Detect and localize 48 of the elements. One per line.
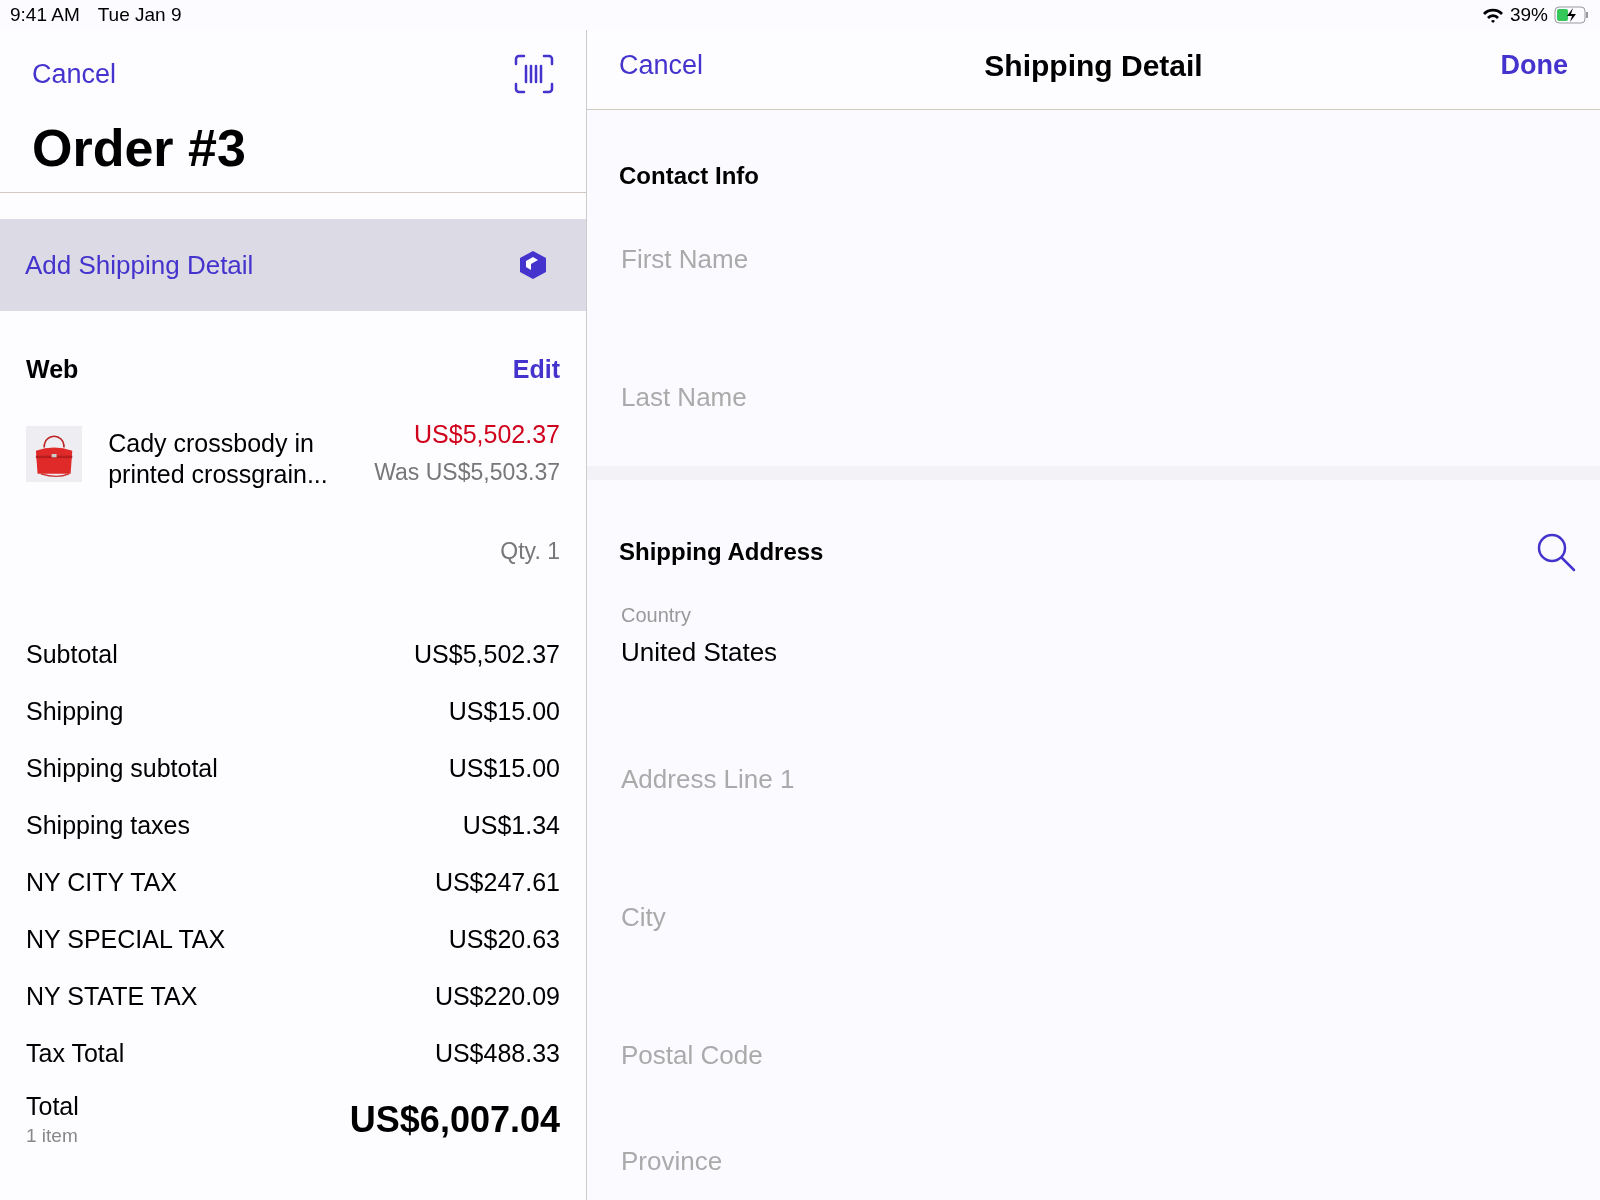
input-field[interactable]: Address Line 1	[609, 710, 1586, 848]
search-icon[interactable]	[1536, 532, 1576, 572]
input-field[interactable]: Last Name	[609, 328, 1586, 466]
sale-price: US$5,502.37	[414, 420, 560, 449]
battery-percent: 39%	[1509, 4, 1548, 26]
screen-title: Shipping Detail	[984, 48, 1203, 83]
quantity: Qty. 1	[500, 537, 561, 565]
item-count: 1 item	[26, 1125, 79, 1147]
summary-label: NY STATE TAX	[26, 981, 198, 1011]
summary-label: Subtotal	[26, 639, 118, 669]
section-title: Web	[26, 355, 79, 384]
status-date: Tue Jan 9	[97, 4, 182, 26]
section-title: Contact Info	[619, 162, 759, 190]
summary-amount: US$20.63	[448, 924, 560, 954]
summary-amount: US$1.34	[462, 810, 560, 840]
summary-label: Tax Total	[26, 1038, 125, 1068]
summary-label: Shipping subtotal	[26, 753, 218, 783]
total-label: Total	[26, 1092, 79, 1121]
status-time: 9:41 AM	[10, 4, 80, 26]
product-name: Cady crossbody in printed crossgrain...	[108, 428, 329, 490]
barcode-scan-icon[interactable]	[514, 54, 554, 94]
country-field[interactable]: Country United States	[609, 572, 1586, 710]
total-amount: US$6,007.04	[349, 1098, 560, 1141]
section-title: Shipping Address	[619, 538, 824, 566]
input-field[interactable]: Postal Code	[609, 986, 1586, 1124]
edit-button[interactable]: Edit	[512, 355, 560, 384]
input-field[interactable]: City	[609, 848, 1586, 986]
summary-label: Shipping	[26, 696, 124, 726]
summary-label: NY SPECIAL TAX	[26, 924, 226, 954]
summary-label: NY CITY TAX	[26, 867, 177, 897]
order-title: Order #3	[0, 98, 586, 193]
cancel-button[interactable]: Cancel	[619, 50, 704, 81]
box-icon	[518, 250, 548, 280]
add-shipping-row[interactable]: Add Shipping Detail	[0, 219, 586, 311]
summary-amount: US$15.00	[448, 753, 560, 783]
original-price: Was US$5,503.37	[374, 459, 560, 486]
summary-amount: US$15.00	[448, 696, 560, 726]
summary-amount: US$247.61	[434, 867, 560, 897]
wifi-icon	[1481, 7, 1504, 23]
cancel-button[interactable]: Cancel	[32, 58, 117, 90]
summary-amount: US$488.33	[434, 1038, 560, 1068]
summary-amount: US$220.09	[434, 981, 560, 1011]
summary-label: Shipping taxes	[26, 810, 190, 840]
input-field[interactable]: Province	[609, 1124, 1586, 1198]
input-field[interactable]: First Name	[609, 190, 1586, 328]
summary-amount: US$5,502.37	[414, 639, 560, 669]
battery-charging-icon	[1554, 6, 1590, 24]
done-button[interactable]: Done	[1500, 50, 1568, 81]
